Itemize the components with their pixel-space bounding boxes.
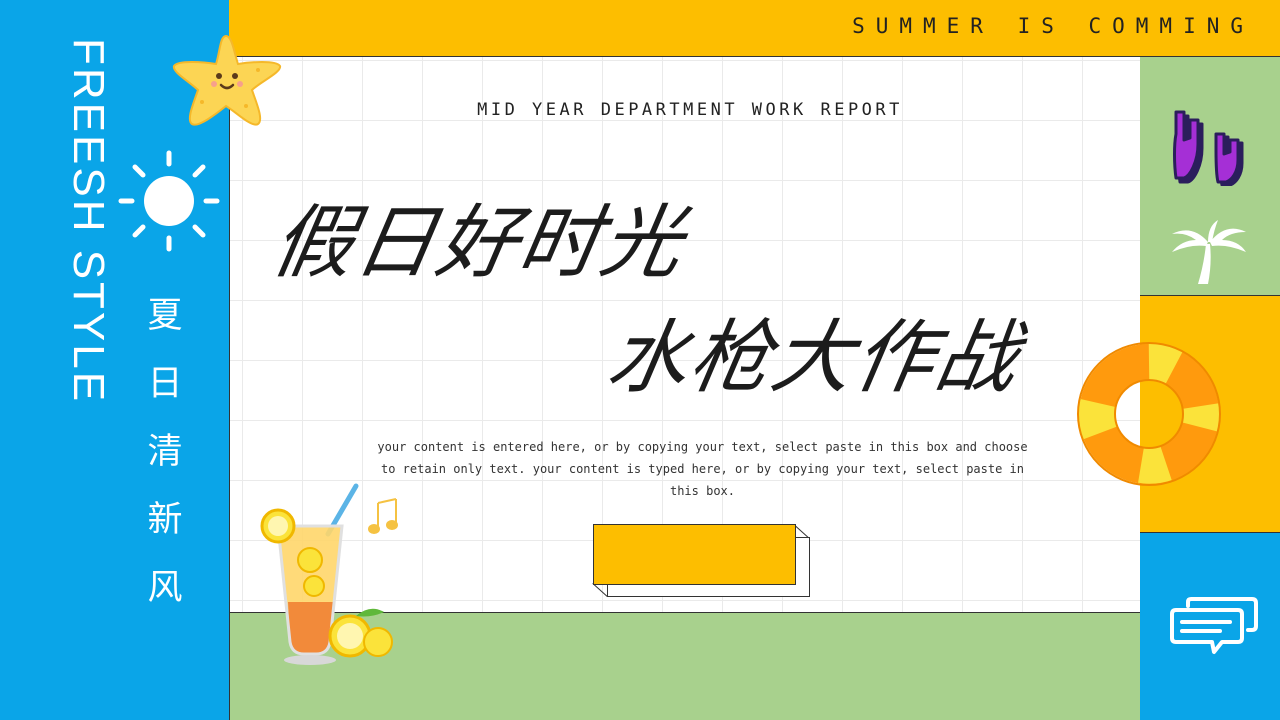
sidebar-chinese-char: 夏 (147, 296, 183, 336)
sidebar-chinese-char: 新 (147, 500, 183, 540)
sidebar-english-title-text: FREESH STYLE (64, 38, 113, 405)
sidebar-chinese-char: 清 (147, 432, 183, 472)
report-subtitle: MID YEAR DEPARTMENT WORK REPORT (477, 100, 903, 120)
sidebar-english-title: FREESH STYLE (58, 38, 118, 404)
sidebar-chinese-char: 日 (147, 364, 183, 404)
sidebar-chinese-title: 夏 日 清 新 风 (140, 282, 190, 622)
body-paragraph: your content is entered here, or by copy… (377, 440, 1028, 498)
starfish-icon (172, 34, 281, 126)
chat-bubble-icon (1170, 597, 1258, 654)
sun-icon (118, 150, 220, 252)
header-tagline: SUMMER IS COMMING (852, 14, 1254, 38)
palm-tree-icon (1172, 220, 1246, 284)
main-title-line-1: 假日好时光 (265, 196, 693, 289)
yellow-action-button[interactable] (593, 524, 796, 585)
music-notes-icon (368, 498, 398, 534)
sidebar-chinese-char: 风 (147, 568, 183, 608)
swim-ring-icon (1077, 342, 1221, 486)
main-title-line-2: 水枪大作战 (600, 311, 1028, 404)
rock-hands-icon (1173, 110, 1244, 186)
